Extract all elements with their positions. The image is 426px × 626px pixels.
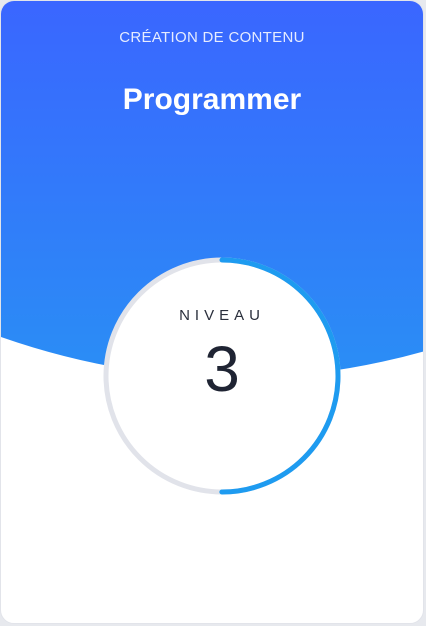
level-value: 3 [204,333,240,405]
card-category: CRÉATION DE CONTENU [119,29,305,46]
skill-card[interactable]: CRÉATION DE CONTENU Programmer NIVEAU 3 [0,0,424,624]
card-title: Programmer [122,83,302,116]
level-label: NIVEAU [179,307,265,324]
